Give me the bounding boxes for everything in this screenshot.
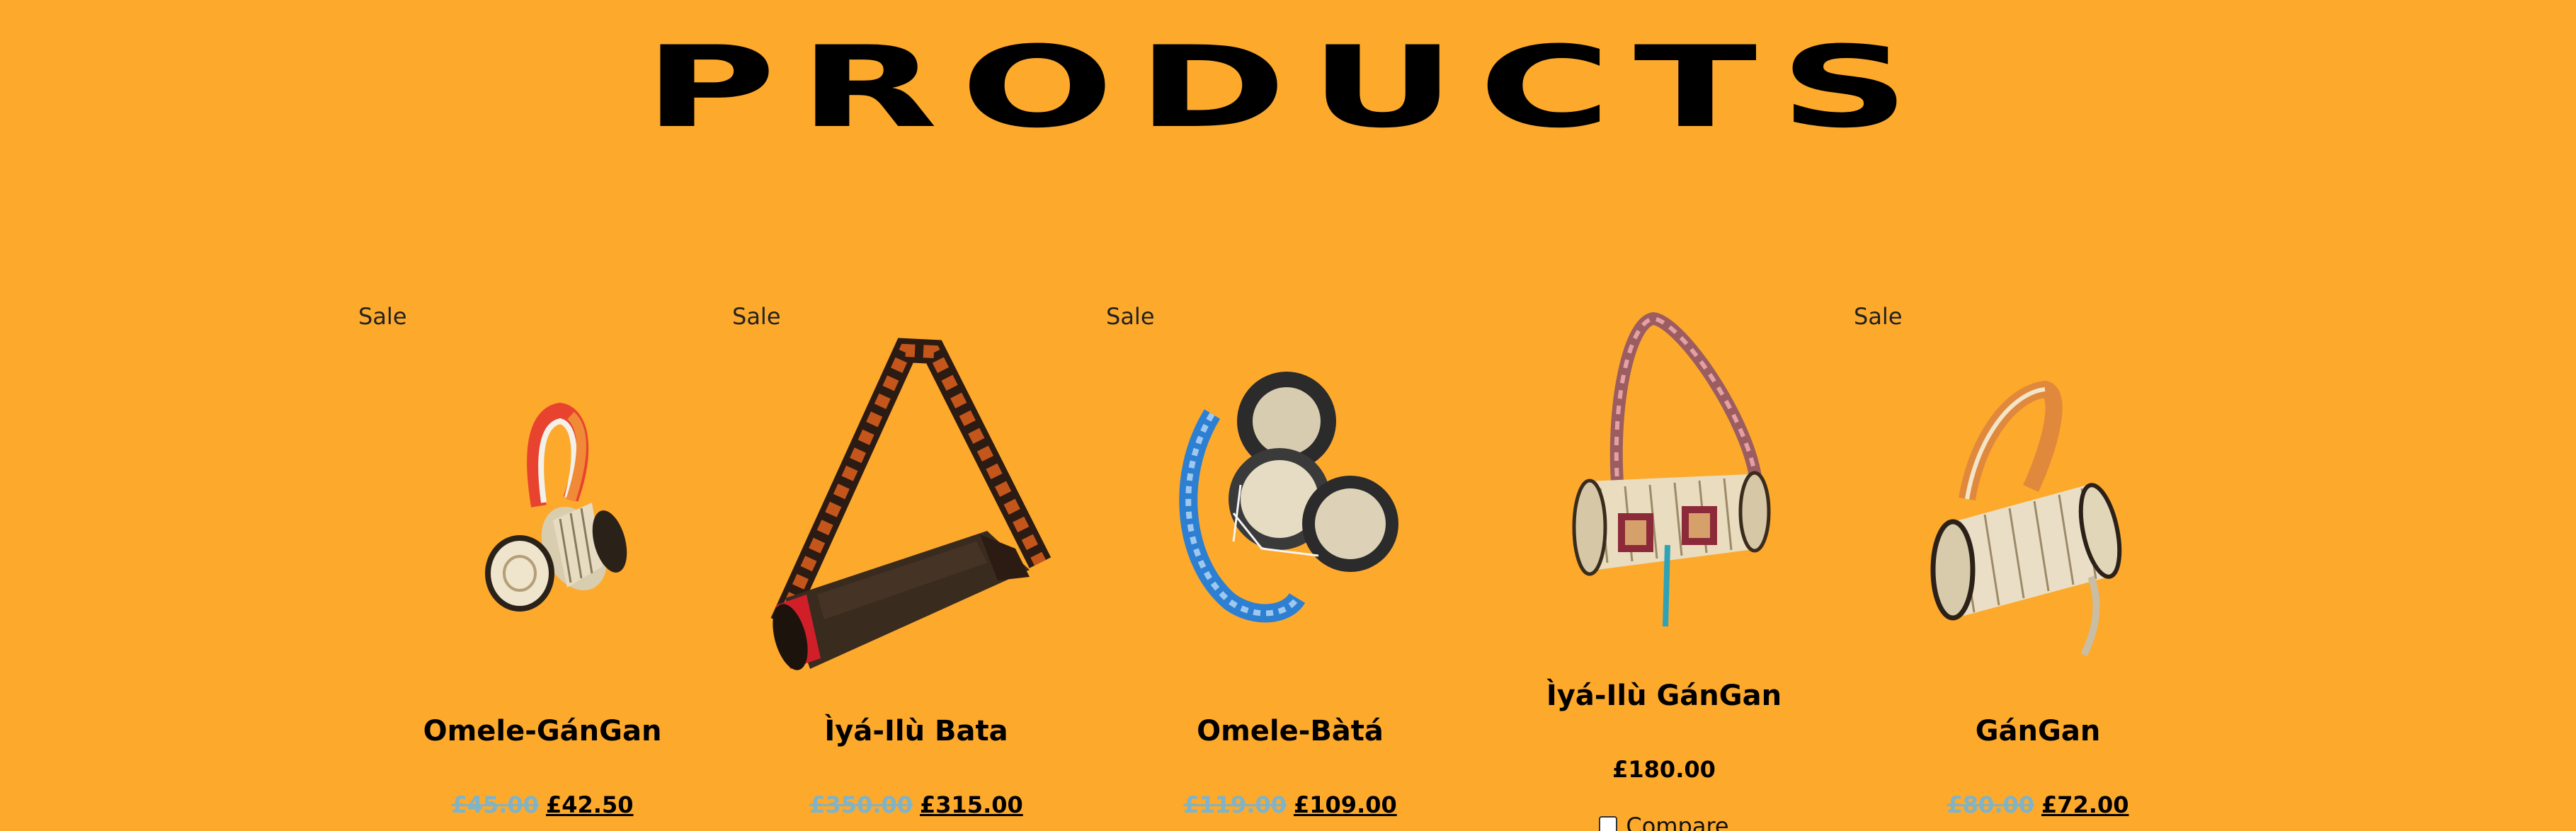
compare-checkbox-field[interactable]: Compare	[1480, 810, 1848, 831]
sale-price[interactable]: £315.00	[920, 791, 1023, 818]
large-bata-drum-image	[770, 338, 1052, 670]
sale-badge: Sale	[358, 303, 407, 330]
regular-price: £180.00	[1612, 756, 1716, 783]
sale-badge: Sale	[1106, 303, 1155, 330]
product-card-gangan[interactable]: Sale GánGan £80.00 £72.00	[1854, 294, 2222, 831]
sale-badge: Sale	[732, 303, 781, 330]
old-price: £119.00	[1183, 791, 1287, 818]
compare-label[interactable]: Compare	[1626, 813, 1728, 831]
product-name[interactable]: Omele-Bàtá	[1106, 711, 1474, 751]
old-price: £350.00	[809, 791, 913, 818]
talking-drum-image	[1930, 380, 2122, 657]
product-price: £350.00 £315.00	[732, 789, 1100, 820]
product-card-omele-gangan[interactable]: Sale Omele-GánGan £45.00 £42.50	[358, 294, 726, 831]
product-card-iya-ilu-bata[interactable]: Sale Ìyá-Ilù Bata £350.00 £315.00	[732, 294, 1100, 831]
sale-price[interactable]: £72.00	[2041, 791, 2128, 818]
page-title: PRODUCTS	[644, 22, 1932, 153]
small-talking-drum-image	[485, 402, 627, 612]
product-card-omele-bata[interactable]: Sale Omele-Bàtá £119.00 £109.00	[1106, 294, 1474, 831]
large-talking-drum-image	[1572, 311, 1771, 627]
product-image-gangan[interactable]	[1854, 336, 2222, 676]
product-image-omele-gangan[interactable]	[358, 336, 726, 676]
product-name[interactable]: GánGan	[1854, 711, 2222, 751]
product-name[interactable]: Omele-GánGan	[358, 711, 726, 751]
sale-badge: Sale	[1854, 303, 1903, 330]
old-price: £80.00	[1947, 791, 2034, 818]
product-image-omele-bata[interactable]	[1106, 336, 1474, 676]
product-price: £45.00 £42.50	[358, 789, 726, 820]
product-name[interactable]: Ìyá-Ilù GánGan	[1480, 676, 1848, 716]
product-price: £119.00 £109.00	[1106, 789, 1474, 820]
compare-checkbox[interactable]	[1599, 816, 1618, 831]
product-image-iya-ilu-bata[interactable]	[732, 336, 1100, 676]
old-price: £45.00	[451, 791, 539, 818]
product-price: £80.00 £72.00	[1854, 789, 2222, 820]
product-price: £180.00	[1480, 754, 1848, 785]
product-card-iya-ilu-gangan[interactable]: Ìyá-Ilù GánGan £180.00 Compare	[1480, 294, 1848, 831]
twin-bata-drums-image	[1179, 372, 1398, 623]
sale-price[interactable]: £109.00	[1294, 791, 1397, 818]
sale-price[interactable]: £42.50	[546, 791, 633, 818]
product-image-iya-ilu-gangan[interactable]	[1480, 301, 1848, 641]
product-name[interactable]: Ìyá-Ilù Bata	[732, 711, 1100, 751]
